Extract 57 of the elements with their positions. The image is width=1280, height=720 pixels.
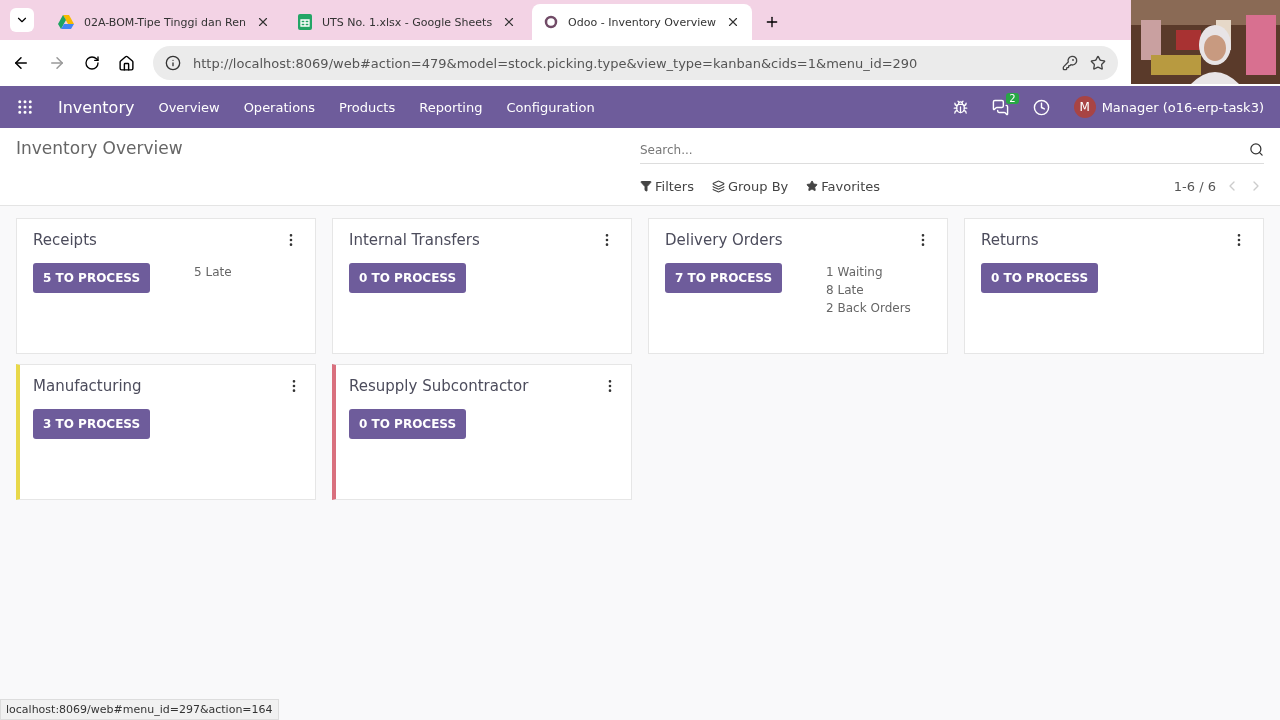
home-icon[interactable] xyxy=(118,54,135,72)
apps-menu-icon[interactable] xyxy=(16,98,34,116)
to-process-button[interactable]: 0 TO PROCESS xyxy=(981,263,1099,293)
menu-item[interactable]: Configuration xyxy=(506,99,595,115)
circle-icon xyxy=(544,15,559,29)
filter-button[interactable]: Filters xyxy=(640,178,694,194)
to-process-button[interactable]: 7 TO PROCESS xyxy=(665,263,783,293)
menu-item[interactable]: Overview xyxy=(158,99,220,115)
user-avatar[interactable]: M xyxy=(1073,96,1096,118)
card-title[interactable]: Delivery Orders xyxy=(665,231,783,249)
tab-list-button[interactable] xyxy=(10,8,34,32)
stat-link[interactable]: 8 Late xyxy=(826,283,911,297)
filter-button[interactable]: Group By xyxy=(711,178,789,194)
menu-item[interactable]: Operations xyxy=(243,99,316,115)
menu-item[interactable]: Reporting xyxy=(419,99,483,115)
menu-item[interactable]: Products xyxy=(339,99,396,115)
forward-icon[interactable] xyxy=(48,54,66,72)
info-icon xyxy=(165,55,181,71)
address-bar[interactable]: http://localhost:8069/web#action=479&model=stock.picking.type&view_type=kanban&cids=1&menu_id=290 xyxy=(153,46,1118,80)
card-title[interactable]: Receipts xyxy=(33,231,97,249)
bookmark-icon[interactable] xyxy=(1090,55,1106,71)
browser-tab[interactable]: Odoo - Inventory Overview xyxy=(532,4,753,40)
filter-icon xyxy=(640,180,652,192)
to-process-button[interactable]: 0 TO PROCESS xyxy=(349,263,467,293)
url-text: http://localhost:8069/web#action=479&model=stock.picking.type&view_type=kanban&cids=1&menu_id=290 xyxy=(193,55,919,71)
chat-icon[interactable] xyxy=(991,98,1009,116)
stat-link[interactable]: 5 Late xyxy=(194,265,232,279)
card-title[interactable]: Resupply Subcontractor xyxy=(349,377,529,395)
key-icon[interactable] xyxy=(1062,55,1078,71)
card-title[interactable]: Manufacturing xyxy=(33,377,142,395)
to-process-button[interactable]: 3 TO PROCESS xyxy=(33,409,151,439)
page-title: Inventory Overview xyxy=(16,137,184,160)
card-title[interactable]: Returns xyxy=(981,231,1039,249)
stat-link[interactable]: 2 Back Orders xyxy=(826,301,911,315)
close-icon[interactable] xyxy=(256,15,270,29)
back-icon[interactable] xyxy=(12,54,30,72)
layers-icon xyxy=(711,179,725,193)
reload-icon[interactable] xyxy=(84,55,100,71)
pager-text: 1-6 / 6 xyxy=(1173,178,1216,194)
browser-tab[interactable]: UTS No. 1.xlsx - Google Sheets xyxy=(286,4,529,40)
message-count: 2 xyxy=(1006,92,1019,104)
spreadsheet-icon xyxy=(298,14,312,30)
browser-tab[interactable]: 02A-BOM-Tipe Tinggi dan Ren xyxy=(46,4,282,40)
status-url: localhost:8069/web#menu_id=297&action=164 xyxy=(0,699,279,720)
clock-icon[interactable] xyxy=(1032,98,1050,116)
card-title[interactable]: Internal Transfers xyxy=(349,231,480,249)
user-name[interactable]: Manager (o16-erp-task3) xyxy=(1101,99,1264,115)
star-icon xyxy=(806,180,819,192)
bug-icon[interactable] xyxy=(952,99,968,115)
search-field[interactable]: Search... xyxy=(640,136,1264,164)
filter-button[interactable]: Favorites xyxy=(806,178,881,194)
app-name[interactable]: Inventory xyxy=(58,97,135,117)
stat-link[interactable]: 1 Waiting xyxy=(826,265,911,279)
to-process-button[interactable]: 5 TO PROCESS xyxy=(33,263,151,293)
to-process-button[interactable]: 0 TO PROCESS xyxy=(349,409,467,439)
search-icon[interactable] xyxy=(1249,142,1264,157)
drive-icon xyxy=(58,15,74,29)
